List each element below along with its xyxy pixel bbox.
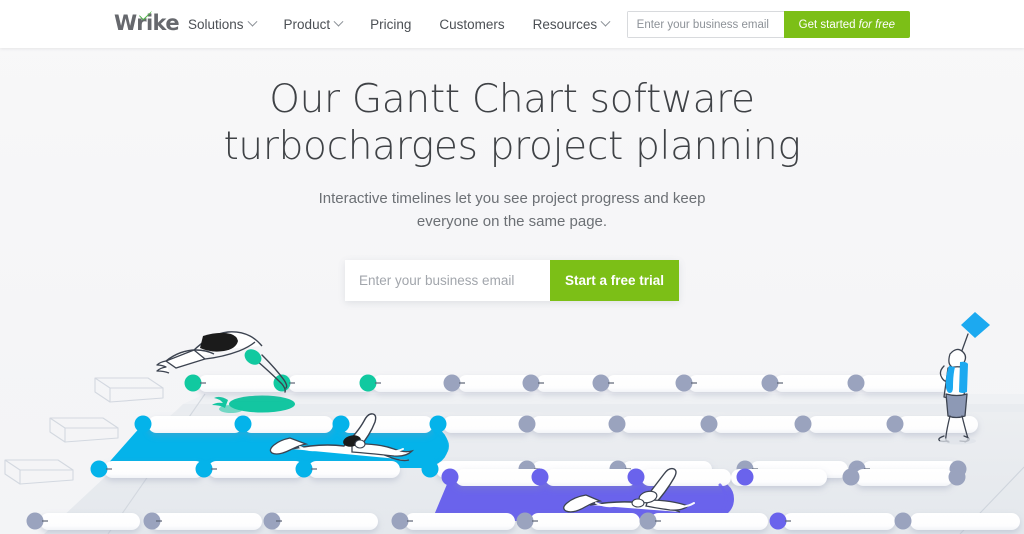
hero-signup-form: Start a free trial (345, 260, 679, 301)
get-started-label: Get started (798, 18, 856, 31)
chevron-down-icon (247, 16, 257, 27)
nav-item-resources[interactable]: Resources (519, 0, 624, 48)
page-subtitle: Interactive timelines let you see projec… (0, 187, 1024, 233)
hero-section: Our Gantt Chart software turbocharges pr… (0, 48, 1024, 301)
spectator-with-flag (938, 312, 990, 445)
water-splash-green (212, 395, 295, 413)
page-root: Wrike Solutions Product Pricing Customer… (0, 0, 1024, 534)
nav-item-customers[interactable]: Customers (425, 0, 518, 48)
nav-label-solutions: Solutions (188, 16, 244, 32)
starting-block-2 (49, 417, 119, 443)
page-title: Our Gantt Chart software turbocharges pr… (0, 76, 1024, 170)
nav-item-pricing[interactable]: Pricing (356, 0, 425, 48)
gantt-row-bottom-gray (26, 512, 1020, 530)
header-email-input[interactable] (626, 11, 784, 38)
pool-deck (44, 393, 1024, 534)
page-title-line2: turbocharges project planning (223, 124, 801, 169)
main-navigation: Solutions Product Pricing Customers Reso… (188, 0, 623, 48)
chevron-down-icon (333, 16, 344, 27)
nav-label-customers: Customers (439, 16, 505, 32)
swimmer-purple-lane (563, 467, 695, 513)
hero-email-input[interactable] (345, 260, 550, 301)
header-signup-form: Get started for free (626, 11, 910, 38)
gantt-row-cyan-lane (90, 415, 978, 478)
get-started-button[interactable]: Get started for free (783, 11, 910, 38)
page-subtitle-line1: Interactive timelines let you see projec… (318, 190, 706, 207)
nav-item-solutions[interactable]: Solutions (188, 0, 270, 48)
page-subtitle-line2: everyone on the same page. (416, 213, 608, 230)
starting-block-3 (4, 459, 74, 485)
starting-blocks (4, 377, 164, 485)
gantt-row-purple-lane (432, 468, 966, 521)
gantt-row-green (184, 374, 950, 392)
diver-figure (156, 331, 288, 393)
get-started-label-italic: for free (858, 18, 895, 31)
wrike-check-icon (139, 10, 152, 21)
start-free-trial-button[interactable]: Start a free trial (550, 260, 679, 301)
swimmer-cyan-lane (269, 413, 415, 462)
nav-label-pricing: Pricing (370, 16, 412, 32)
nav-label-product: Product (283, 16, 331, 32)
page-title-line1: Our Gantt Chart software (269, 77, 755, 122)
starting-block-1 (94, 377, 164, 403)
wrike-logo[interactable]: Wrike (114, 9, 180, 37)
nav-item-product[interactable]: Product (270, 0, 357, 48)
chevron-down-icon (600, 16, 611, 27)
site-header: Wrike Solutions Product Pricing Customer… (0, 0, 1024, 48)
nav-label-resources: Resources (532, 16, 598, 32)
